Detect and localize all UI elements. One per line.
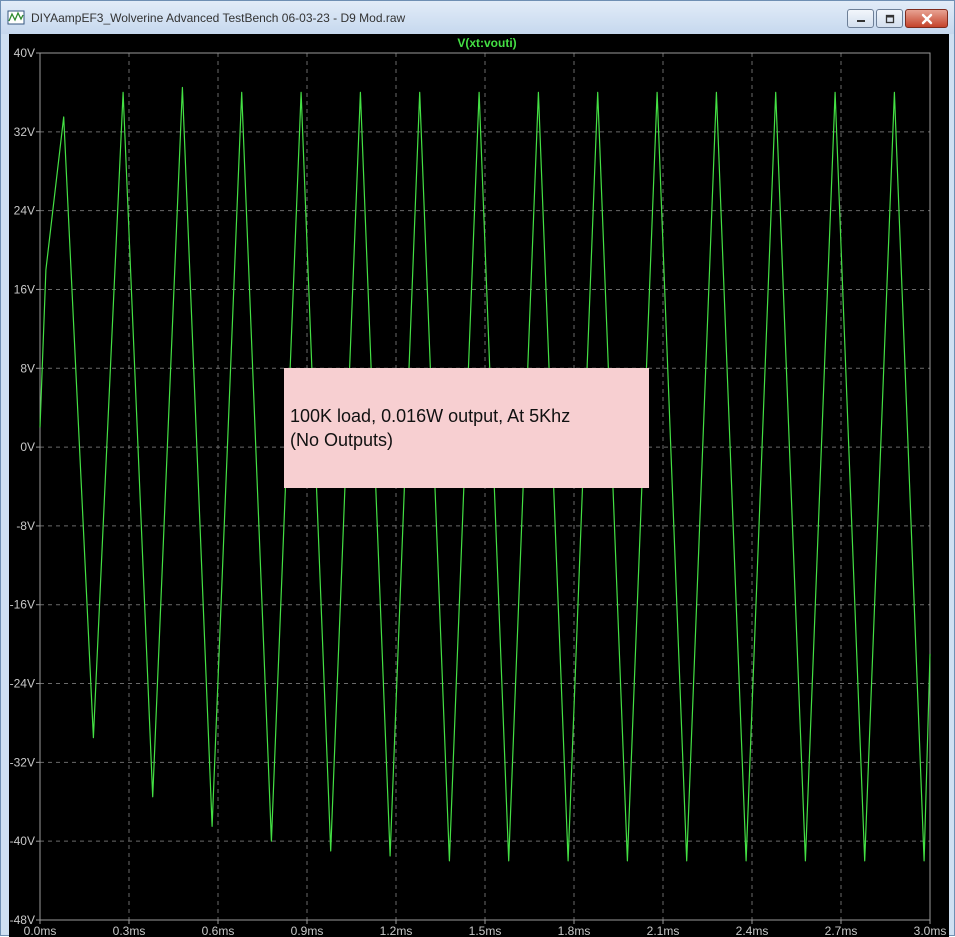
x-tick-label: 2.1ms bbox=[647, 924, 680, 937]
y-tick-label: 24V bbox=[14, 204, 35, 218]
y-tick-label: -8V bbox=[16, 519, 35, 533]
x-tick-label: 0.6ms bbox=[202, 924, 235, 937]
y-tick-label: -32V bbox=[10, 755, 35, 769]
chart-title[interactable]: V(xt:vouti) bbox=[457, 36, 516, 50]
minimize-button[interactable] bbox=[847, 9, 874, 28]
x-tick-label: 2.4ms bbox=[736, 924, 769, 937]
y-tick-label: 0V bbox=[20, 440, 35, 454]
x-tick-label: 1.8ms bbox=[558, 924, 591, 937]
close-icon bbox=[921, 13, 932, 24]
annotation-line-2: (No Outputs) bbox=[290, 430, 394, 450]
x-tick-label: 1.5ms bbox=[469, 924, 502, 937]
minimize-icon bbox=[856, 19, 865, 22]
maximize-icon bbox=[885, 14, 894, 23]
y-tick-label: -24V bbox=[10, 677, 35, 691]
waveform-viewer-icon bbox=[7, 9, 25, 27]
x-tick-label: 1.2ms bbox=[380, 924, 413, 937]
x-tick-label: 0.0ms bbox=[24, 924, 57, 937]
waveform-window: DIYAampEF3_Wolverine Advanced TestBench … bbox=[0, 0, 955, 937]
y-tick-label: -16V bbox=[10, 598, 35, 612]
annotation-line-1: 100K load, 0.016W output, At 5Khz bbox=[290, 406, 571, 426]
axes: 40V32V24V16V8V0V-8V-16V-24V-32V-40V-48V0… bbox=[10, 46, 947, 937]
title-bar[interactable]: DIYAampEF3_Wolverine Advanced TestBench … bbox=[1, 1, 954, 34]
window-title: DIYAampEF3_Wolverine Advanced TestBench … bbox=[31, 10, 406, 25]
window-controls bbox=[847, 9, 948, 28]
x-tick-label: 3.0ms bbox=[914, 924, 947, 937]
plot-area[interactable]: V(xt:vouti) 40V 32V 24V 16V 8V 0V -8V -16V -24V -… bbox=[9, 34, 949, 937]
y-tick-label: 40V bbox=[14, 46, 35, 60]
maximize-button[interactable] bbox=[876, 9, 903, 28]
close-button[interactable] bbox=[905, 9, 948, 28]
y-tick-label: 32V bbox=[14, 125, 35, 139]
y-tick-label: -40V bbox=[10, 834, 35, 848]
x-tick-label: 0.3ms bbox=[113, 924, 146, 937]
y-tick-label: 16V bbox=[14, 282, 35, 296]
x-tick-label: 2.7ms bbox=[825, 924, 858, 937]
x-tick-label: 0.9ms bbox=[291, 924, 324, 937]
plot-annotation[interactable]: 100K load, 0.016W output, At 5Khz (No Ou… bbox=[284, 368, 649, 488]
y-tick-label: 8V bbox=[20, 361, 35, 375]
